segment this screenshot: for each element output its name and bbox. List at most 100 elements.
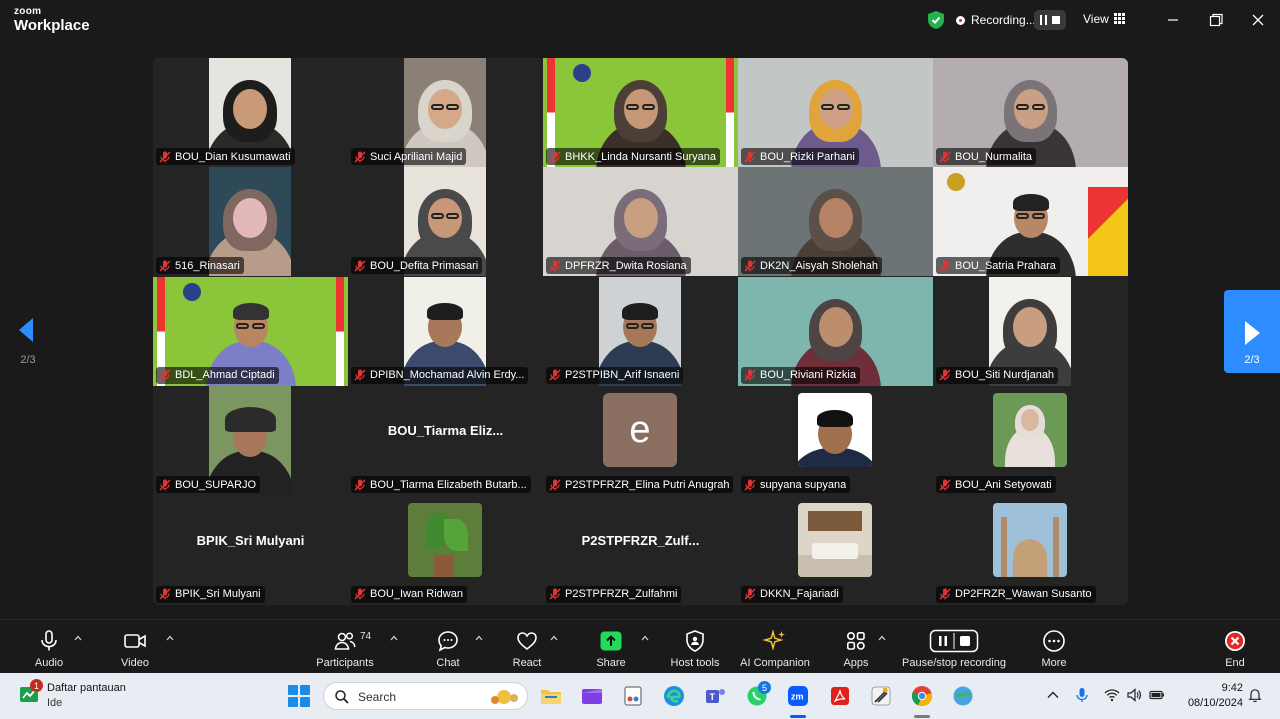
stop-recording-icon[interactable] (1052, 16, 1061, 24)
participants-count: 74 (360, 631, 372, 642)
participant-tile[interactable]: BOU_Ani Setyowati (933, 386, 1128, 496)
participant-tile[interactable]: DK2N_Aisyah Sholehah (738, 167, 933, 277)
audio-options-chevron-icon[interactable] (74, 634, 82, 642)
participant-tile[interactable]: BOU_Siti Nurdjanah (933, 276, 1128, 386)
participant-tile[interactable]: BOU_Dian Kusumawati (153, 58, 348, 167)
participant-tile[interactable]: BOU_Riviani Rizkia (738, 276, 933, 386)
clipchamp-icon[interactable] (580, 684, 604, 708)
more-dots-icon (1043, 630, 1065, 652)
participant-tile[interactable]: BHKK_Linda Nursanti Suryana (543, 58, 738, 167)
edge-browser-icon[interactable] (662, 684, 686, 708)
participant-tile[interactable]: DPIBN_Mochamad Alvin Erdy... (348, 276, 543, 386)
participant-tile[interactable]: DPFRZR_Dwita Rosiana (543, 167, 738, 277)
mic-muted-icon (354, 150, 366, 163)
participant-tile[interactable]: BPIK_Sri Mulyani BPIK_Sri Mulyani (153, 495, 348, 605)
recording-label[interactable]: Recording... (971, 13, 1036, 27)
apps-options-chevron-icon[interactable] (878, 634, 886, 642)
end-meeting-button[interactable]: End (1217, 620, 1253, 674)
participant-tile[interactable]: 516_Rinasari (153, 167, 348, 277)
participant-avatar-initial: e (603, 393, 677, 468)
video-options-chevron-icon[interactable] (166, 634, 174, 642)
participant-name-tag: BOU_Nurmalita (936, 148, 1037, 165)
tray-microphone-icon[interactable] (1074, 687, 1090, 703)
mic-muted-icon (744, 260, 756, 272)
windows-start-icon[interactable] (288, 685, 310, 707)
mic-muted-icon (159, 588, 171, 600)
participant-tile[interactable]: supyana supyana (738, 386, 933, 496)
participant-tile[interactable]: BOU_Iwan Ridwan (348, 495, 543, 605)
system-clock[interactable]: 9:42 08/10/2024 (1183, 681, 1243, 711)
react-options-chevron-icon[interactable] (550, 634, 558, 642)
mic-muted-icon (159, 150, 171, 163)
video-button[interactable]: Video (116, 620, 154, 674)
participant-name: DPIBN_Mochamad Alvin Erdy... (370, 369, 525, 382)
pause-stop-recording-icon (929, 629, 979, 653)
participant-tile[interactable]: BOU_Tiarma Eliz... BOU_Tiarma Elizabeth B… (348, 386, 543, 496)
pause-stop-recording-button[interactable]: Pause/stop recording (900, 620, 1008, 674)
participant-tile[interactable]: BOU_Nurmalita (933, 58, 1128, 167)
share-button[interactable]: Share (592, 620, 630, 674)
acrobat-icon[interactable] (828, 684, 852, 708)
previous-page-button[interactable]: 2/3 (8, 290, 48, 372)
show-hidden-icons-chevron-icon[interactable] (1045, 687, 1061, 703)
more-button[interactable]: More (1036, 620, 1072, 674)
maps-app-icon[interactable] (951, 684, 975, 708)
participant-tile[interactable]: P2STPIBN_Arif Isnaeni (543, 276, 738, 386)
view-button-label[interactable]: View (1083, 12, 1109, 26)
participant-tile[interactable]: BOU_Satria Prahara (933, 167, 1128, 277)
chrome-icon[interactable] (910, 684, 934, 708)
tools-app-icon[interactable] (869, 684, 893, 708)
participant-name-tag: supyana supyana (741, 476, 851, 494)
snipping-tool-icon[interactable] (621, 684, 645, 708)
participants-button[interactable]: Participants (313, 620, 377, 674)
chat-options-chevron-icon[interactable] (475, 634, 483, 642)
next-page-button[interactable]: 2/3 (1224, 290, 1280, 373)
wifi-icon[interactable] (1104, 687, 1120, 703)
mic-muted-icon (354, 479, 366, 491)
heart-icon (517, 632, 537, 651)
participants-options-chevron-icon[interactable] (390, 634, 398, 642)
brand-small: zoom (14, 6, 42, 17)
teams-icon[interactable]: T (703, 684, 727, 708)
minimize-window-icon[interactable] (1163, 10, 1183, 30)
close-window-icon[interactable] (1248, 10, 1268, 30)
participant-tile[interactable]: Suci Apriliani Majid (348, 58, 543, 167)
audio-button[interactable]: Audio (30, 620, 68, 674)
pause-recording-icon[interactable] (1039, 15, 1047, 25)
participant-tile[interactable]: DKKN_Fajariadi (738, 495, 933, 605)
participant-tile[interactable]: P2STPFRZR_Zulf... P2STPFRZR_Zulfahmi (543, 495, 738, 605)
ai-companion-label: AI Companion (740, 657, 810, 669)
participant-tile[interactable]: e P2STPFRZR_Elina Putri Anugrah (543, 386, 738, 496)
widget-title[interactable]: Daftar pantauan (47, 682, 126, 694)
participant-name: DPFRZR_Dwita Rosiana (565, 259, 687, 272)
apps-button[interactable]: Apps (838, 620, 874, 674)
participant-tile[interactable]: BOU_SUPARJO (153, 386, 348, 496)
recording-controls[interactable] (1034, 10, 1066, 30)
participant-name-tag: BOU_Rizki Parhani (741, 148, 859, 165)
mic-muted-icon (354, 369, 366, 381)
chat-button[interactable]: Chat (430, 620, 466, 674)
react-button[interactable]: React (508, 620, 546, 674)
participant-name: BOU_Iwan Ridwan (370, 588, 463, 601)
participant-tile[interactable]: BOU_Rizki Parhani (738, 58, 933, 167)
mic-muted-icon (939, 479, 951, 491)
battery-icon[interactable] (1149, 687, 1165, 703)
participant-tile[interactable]: BOU_Defita Primasari (348, 167, 543, 277)
notification-bell-icon[interactable] (1247, 687, 1263, 703)
zoom-app-icon[interactable]: zm (786, 684, 810, 708)
volume-icon[interactable] (1126, 687, 1142, 703)
participant-name: BOU_Defita Primasari (370, 259, 479, 272)
grid-view-icon[interactable] (1114, 13, 1125, 24)
page-indicator-right: 2/3 (1244, 354, 1260, 366)
participant-tile[interactable]: BDL_Ahmad Ciptadi (153, 276, 348, 386)
host-tools-button[interactable]: Host tools (666, 620, 724, 674)
participant-name: Suci Apriliani Majid (370, 150, 463, 163)
share-options-chevron-icon[interactable] (641, 634, 649, 642)
ai-companion-button[interactable]: AI Companion (737, 620, 813, 674)
restore-window-icon[interactable] (1206, 10, 1226, 30)
more-label: More (1041, 657, 1067, 669)
encryption-shield-icon[interactable] (928, 11, 944, 29)
taskbar-search-box[interactable]: Search (323, 682, 528, 710)
file-explorer-icon[interactable] (539, 684, 563, 708)
participant-tile[interactable]: DP2FRZR_Wawan Susanto (933, 495, 1128, 605)
